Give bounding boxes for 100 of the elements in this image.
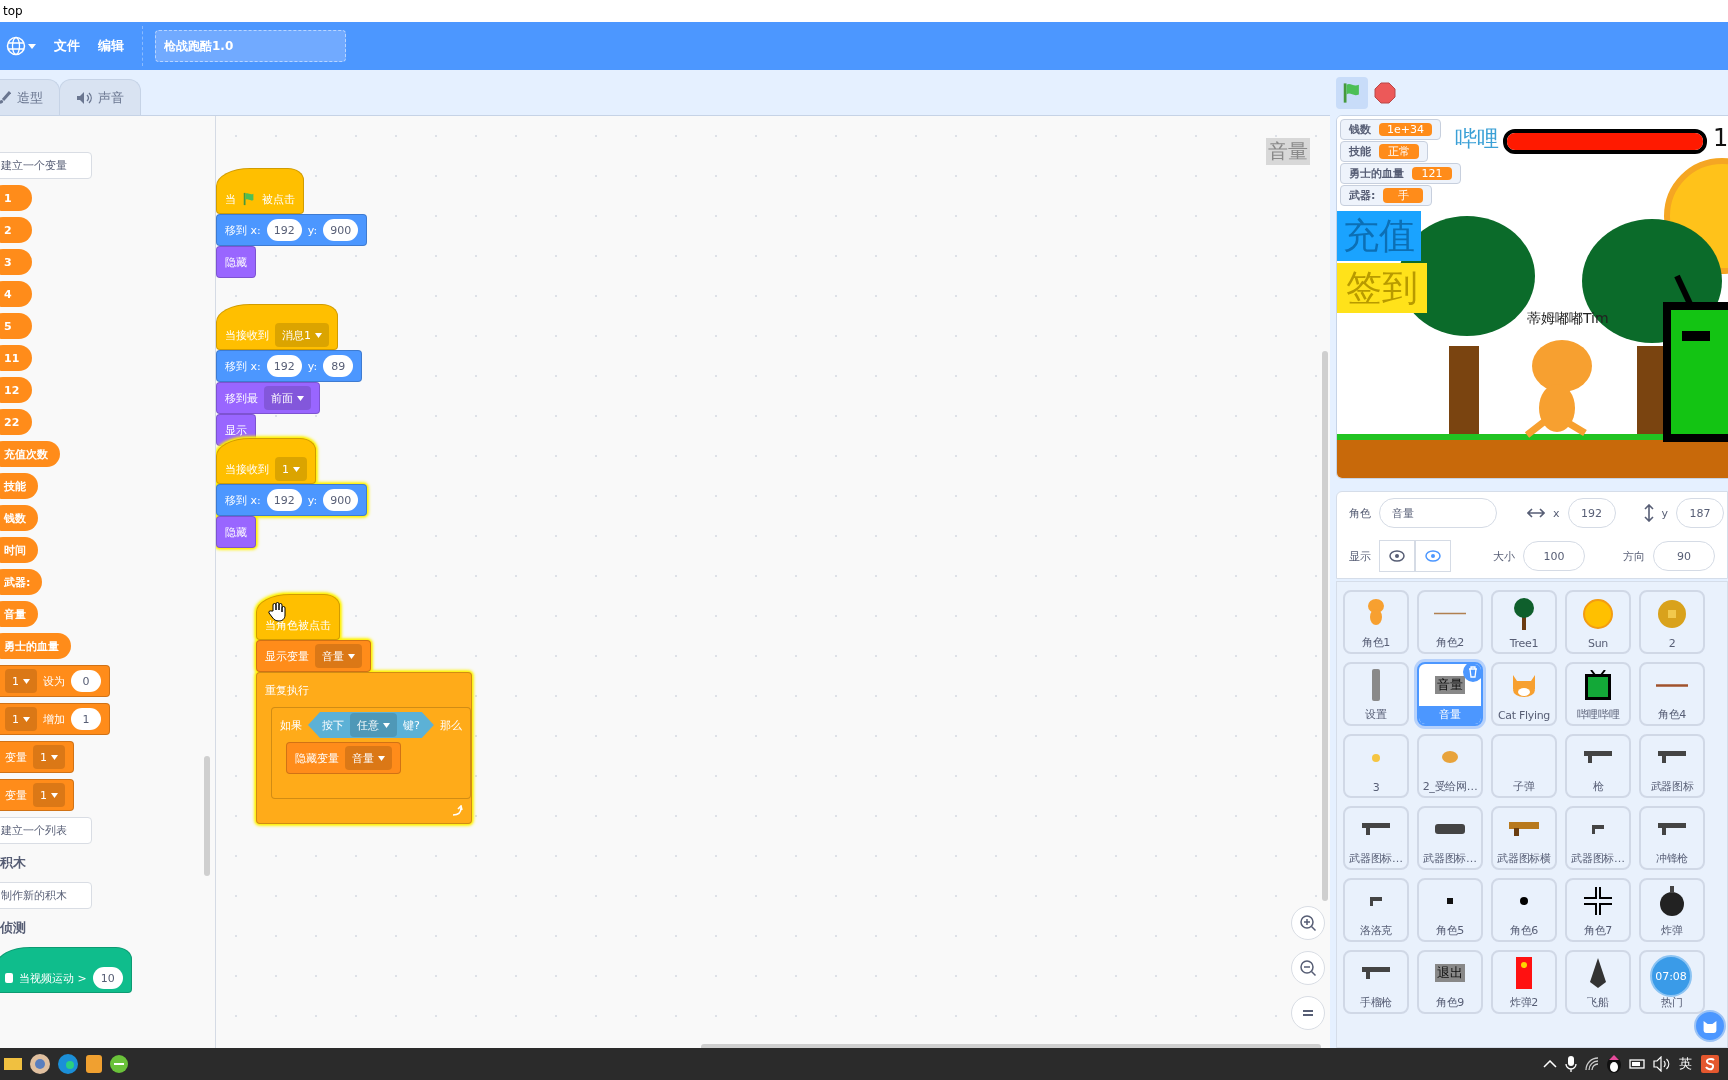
sprite-tile[interactable]: 角色2 xyxy=(1417,590,1483,654)
battery-icon[interactable] xyxy=(1629,1059,1645,1069)
palette-button[interactable]: 制作新的积木 xyxy=(0,882,92,909)
hide-button[interactable] xyxy=(1415,540,1451,572)
sprite-tile[interactable]: 冲锋枪 xyxy=(1639,806,1705,870)
sprite-tile[interactable]: 角色6 xyxy=(1491,878,1557,942)
palette-button[interactable]: 建立一个变量 xyxy=(0,152,92,179)
sprite-tile[interactable]: 角色1 xyxy=(1343,590,1409,654)
chevron-up-icon[interactable] xyxy=(1543,1060,1557,1068)
sprite-tile[interactable]: 角色5 xyxy=(1417,878,1483,942)
run-button[interactable] xyxy=(1336,76,1368,109)
forever-block[interactable]: 重复执行 如果 按下 任意 键? 那么 隐藏变量 音量 xyxy=(256,672,472,824)
field-label: x xyxy=(1553,506,1560,520)
code-block[interactable]: 移到 x: 192 y: 900 xyxy=(216,484,368,516)
sprite-name-field[interactable]: 音量 xyxy=(1379,498,1497,528)
language-button[interactable] xyxy=(6,36,36,56)
sprite-tile[interactable]: 音量 音量 xyxy=(1417,662,1483,726)
code-block[interactable]: 隐藏 xyxy=(216,516,256,548)
number-input[interactable]: 192 xyxy=(266,219,302,241)
block-text: 按下 xyxy=(322,717,344,733)
sprite-tile[interactable]: Tree1 xyxy=(1491,590,1557,654)
stop-button[interactable] xyxy=(1374,81,1396,104)
number-input[interactable]: 192 xyxy=(266,355,302,377)
sprite-tile[interactable]: 炸弹 xyxy=(1639,878,1705,942)
sprite-tile[interactable]: 角色7 xyxy=(1565,878,1631,942)
sprite-tile[interactable]: 设置 xyxy=(1343,662,1409,726)
editor-tab[interactable]: 造型 xyxy=(0,79,60,115)
code-block[interactable]: 1 增加 1 xyxy=(0,703,110,735)
dropdown-menu[interactable]: 音量 xyxy=(315,644,362,668)
sprite-tile[interactable]: 手榴枪 xyxy=(1343,950,1409,1014)
number-input[interactable]: 192 xyxy=(266,489,302,511)
sprite-tile[interactable]: 哔哩哔哩 xyxy=(1565,662,1631,726)
code-block[interactable]: 移到 x: 192 y: 900 xyxy=(216,214,368,246)
show-button[interactable] xyxy=(1379,540,1415,572)
sprite-tile[interactable]: 2 xyxy=(1639,590,1705,654)
code-block[interactable]: 移到 x: 192 y: 89 xyxy=(216,350,363,382)
sprite-tile[interactable]: 子弹 xyxy=(1491,734,1557,798)
zoom-reset-button[interactable] xyxy=(1291,996,1325,1030)
app-icon[interactable] xyxy=(110,1055,128,1073)
size-field[interactable]: 100 xyxy=(1523,541,1585,571)
browser-icon[interactable] xyxy=(58,1054,78,1074)
sprite-tile[interactable]: 武器图标横 xyxy=(1491,806,1557,870)
caret-icon xyxy=(23,678,30,684)
volume-icon[interactable] xyxy=(1653,1056,1671,1072)
microphone-icon[interactable] xyxy=(1565,1055,1577,1073)
sprite-tile[interactable]: 武器图标 xyxy=(1639,734,1705,798)
number-input[interactable]: 1 xyxy=(71,708,101,730)
code-block[interactable]: 隐藏 xyxy=(216,246,256,278)
category-heading: 侦测 xyxy=(0,919,26,937)
tab-label: 造型 xyxy=(17,88,43,107)
dropdown-menu[interactable]: 1 xyxy=(5,669,37,693)
dropdown-menu[interactable]: 1 xyxy=(5,707,37,731)
code-block[interactable]: 移到最 前面 xyxy=(216,382,320,414)
hat-block[interactable]: 当视频运动 > 10 xyxy=(0,947,132,993)
sprite-tile[interactable]: Cat Flying xyxy=(1491,662,1557,726)
if-block[interactable]: 如果 按下 任意 键? 那么 隐藏变量 音量 xyxy=(271,707,471,799)
number-input[interactable]: 89 xyxy=(323,355,354,377)
number-input[interactable]: 900 xyxy=(323,489,359,511)
input-language-indicator[interactable]: 英 xyxy=(1679,1055,1692,1073)
sprite-tile[interactable]: 飞船 xyxy=(1565,950,1631,1014)
delete-button[interactable] xyxy=(1463,664,1481,682)
dropdown-menu[interactable]: 1 xyxy=(33,783,65,807)
block-text: 键? xyxy=(403,717,420,733)
editor-tab[interactable]: 声音 xyxy=(59,79,141,115)
sprite-tile[interactable]: 2_受给网… xyxy=(1417,734,1483,798)
sprite-tile[interactable]: 武器图标… xyxy=(1417,806,1483,870)
dropdown-menu[interactable]: 音量 xyxy=(345,746,392,770)
code-block[interactable]: 隐藏变量 音量 xyxy=(286,742,401,774)
code-block[interactable]: 1 设为 0 xyxy=(0,665,110,697)
code-block[interactable]: 变量 1 xyxy=(0,779,74,811)
zoom-out-button[interactable] xyxy=(1291,951,1325,985)
zoom-in-button[interactable] xyxy=(1291,906,1325,940)
number-input[interactable]: 0 xyxy=(71,670,101,692)
x-field[interactable]: 192 xyxy=(1567,498,1616,528)
code-block[interactable]: 显示变量 音量 xyxy=(256,640,371,672)
direction-field[interactable]: 90 xyxy=(1653,541,1715,571)
y-field[interactable]: 187 xyxy=(1676,498,1725,528)
sprite-tile[interactable]: 角色4 xyxy=(1639,662,1705,726)
input-method-icon[interactable] xyxy=(1700,1054,1720,1074)
sprite-tile[interactable]: 武器图标… xyxy=(1565,806,1631,870)
number-input[interactable]: 10 xyxy=(92,967,123,989)
sprite-tile[interactable]: Sun xyxy=(1565,590,1631,654)
sprite-tile[interactable]: 洛洛克 xyxy=(1343,878,1409,942)
dropdown-menu[interactable]: 任意 xyxy=(350,713,397,737)
app-icon[interactable] xyxy=(30,1054,50,1074)
sprite-tile[interactable]: 枪 xyxy=(1565,734,1631,798)
block-text: 增加 xyxy=(43,711,65,727)
number-input[interactable]: 900 xyxy=(323,219,359,241)
sprite-tile[interactable]: 武器图标… xyxy=(1343,806,1409,870)
sprite-tile[interactable]: 炸弹2 xyxy=(1491,950,1557,1014)
dropdown-menu[interactable]: 前面 xyxy=(264,386,311,410)
sprite-tile[interactable]: 3 xyxy=(1343,734,1409,798)
dropdown-menu[interactable]: 1 xyxy=(33,745,65,769)
wifi-icon[interactable] xyxy=(1585,1057,1599,1071)
palette-button[interactable]: 建立一个列表 xyxy=(0,817,92,844)
dot-icon xyxy=(1520,897,1528,905)
sprite-tile[interactable]: 退出 角色9 xyxy=(1417,950,1483,1014)
code-block[interactable]: 变量 1 xyxy=(0,741,74,773)
key-pressed-block[interactable]: 按下 任意 键? xyxy=(308,712,434,738)
gun-icon xyxy=(1584,751,1612,763)
